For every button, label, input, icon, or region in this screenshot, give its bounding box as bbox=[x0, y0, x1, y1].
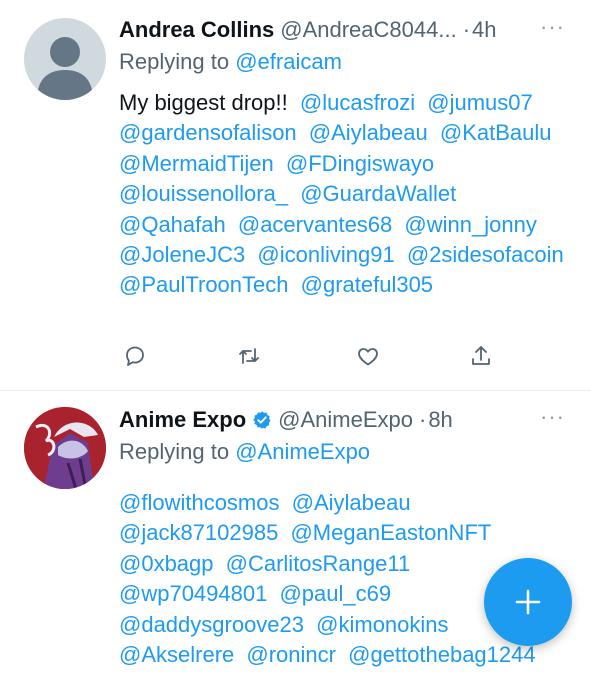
replying-to-handle[interactable]: @AnimeExpo bbox=[235, 439, 370, 464]
replying-to: Replying to @AnimeExpo bbox=[119, 437, 571, 467]
tweet-header: Anime Expo @AnimeExpo · 8h bbox=[119, 404, 571, 436]
separator-dot: · bbox=[462, 17, 471, 42]
tweet-time[interactable]: 4h bbox=[472, 17, 496, 43]
author-name[interactable]: Anime Expo bbox=[119, 407, 246, 433]
share-icon bbox=[472, 346, 490, 365]
avatar-andrea-collins[interactable] bbox=[24, 18, 106, 100]
author-name[interactable]: Andrea Collins bbox=[119, 17, 274, 43]
compose-plus-icon bbox=[515, 589, 541, 615]
verified-badge-icon bbox=[253, 411, 271, 429]
tweet-actions bbox=[119, 340, 499, 372]
more-options-icon[interactable]: ··· bbox=[540, 406, 565, 428]
mention-link[interactable]: @jumus07 bbox=[427, 90, 533, 115]
mention-link[interactable]: @MeganEastonNFT bbox=[290, 520, 491, 545]
mention-link[interactable]: @PaulTroonTech bbox=[119, 272, 289, 297]
author-handle[interactable]: @AndreaC8044... bbox=[280, 17, 456, 43]
more-options-icon[interactable]: ··· bbox=[540, 16, 565, 38]
mention-link[interactable]: @flowithcosmos bbox=[119, 490, 280, 515]
mention-link[interactable]: @jack87102985 bbox=[119, 520, 278, 545]
mention-link[interactable]: @kimonokins bbox=[316, 612, 448, 637]
reply-icon bbox=[126, 346, 144, 366]
like-icon bbox=[358, 348, 378, 366]
mention-link[interactable]: @iconliving91 bbox=[257, 242, 394, 267]
mention-link[interactable]: @Aiylabeau bbox=[292, 490, 411, 515]
mention-link[interactable]: @wp70494801 bbox=[119, 581, 267, 606]
mention-link[interactable]: @KatBaulu bbox=[440, 120, 552, 145]
anime-expo-avatar-icon bbox=[24, 407, 106, 489]
mention-link[interactable]: @lucasfrozi bbox=[300, 90, 415, 115]
tweet-header: Andrea Collins @AndreaC8044... · 4h bbox=[119, 14, 571, 46]
mention-link[interactable]: @2sidesofacoin bbox=[407, 242, 564, 267]
tweet-andrea-collins[interactable]: Andrea Collins @AndreaC8044... · 4h ··· … bbox=[0, 0, 591, 390]
mention-link[interactable]: @winn_jonny bbox=[404, 212, 536, 237]
like-button[interactable] bbox=[352, 340, 384, 372]
mention-link[interactable]: @CarlitosRange11 bbox=[226, 551, 411, 576]
mention-link[interactable]: @gettothebag1244 bbox=[348, 642, 536, 667]
mention-link[interactable]: @GuardaWallet bbox=[300, 181, 456, 206]
avatar-anime-expo[interactable] bbox=[24, 407, 106, 489]
reply-button[interactable] bbox=[119, 340, 151, 372]
tweet-time[interactable]: 8h bbox=[428, 407, 452, 433]
mention-link[interactable]: @louissenollora_ bbox=[119, 181, 288, 206]
mention-link[interactable]: @Akselrere bbox=[119, 642, 234, 667]
mention-link[interactable]: @0xbagp bbox=[119, 551, 214, 576]
mention-link[interactable]: @FDingiswayo bbox=[286, 151, 434, 176]
replying-to-label: Replying to bbox=[119, 439, 230, 464]
mention-link[interactable]: @paul_c69 bbox=[279, 581, 391, 606]
mention-link[interactable]: @daddysgroove23 bbox=[119, 612, 304, 637]
mention-link[interactable]: @grateful305 bbox=[301, 272, 433, 297]
retweet-icon bbox=[239, 348, 259, 364]
replying-to-label: Replying to bbox=[119, 49, 230, 74]
mention-link[interactable]: @acervantes68 bbox=[238, 212, 392, 237]
mention-link[interactable]: @Aiylabeau bbox=[309, 120, 428, 145]
compose-button[interactable] bbox=[484, 558, 572, 646]
separator-dot: · bbox=[418, 407, 427, 432]
retweet-button[interactable] bbox=[233, 340, 265, 372]
mention-link[interactable]: @JoleneJC3 bbox=[119, 242, 245, 267]
author-handle[interactable]: @AnimeExpo bbox=[278, 407, 413, 433]
mention-link[interactable]: @Qahafah bbox=[119, 212, 226, 237]
mention-link[interactable]: @ronincr bbox=[246, 642, 336, 667]
replying-to-handle[interactable]: @efraicam bbox=[235, 49, 342, 74]
mention-link[interactable]: @MermaidTijen bbox=[119, 151, 274, 176]
tweet-intro-text: My biggest drop!! bbox=[119, 90, 288, 115]
mention-link[interactable]: @gardensofalison bbox=[119, 120, 297, 145]
share-button[interactable] bbox=[465, 340, 497, 372]
default-avatar-icon bbox=[37, 37, 93, 100]
replying-to: Replying to @efraicam bbox=[119, 47, 571, 77]
tweet-text: My biggest drop!! @lucasfrozi @jumus07 @… bbox=[119, 88, 571, 301]
